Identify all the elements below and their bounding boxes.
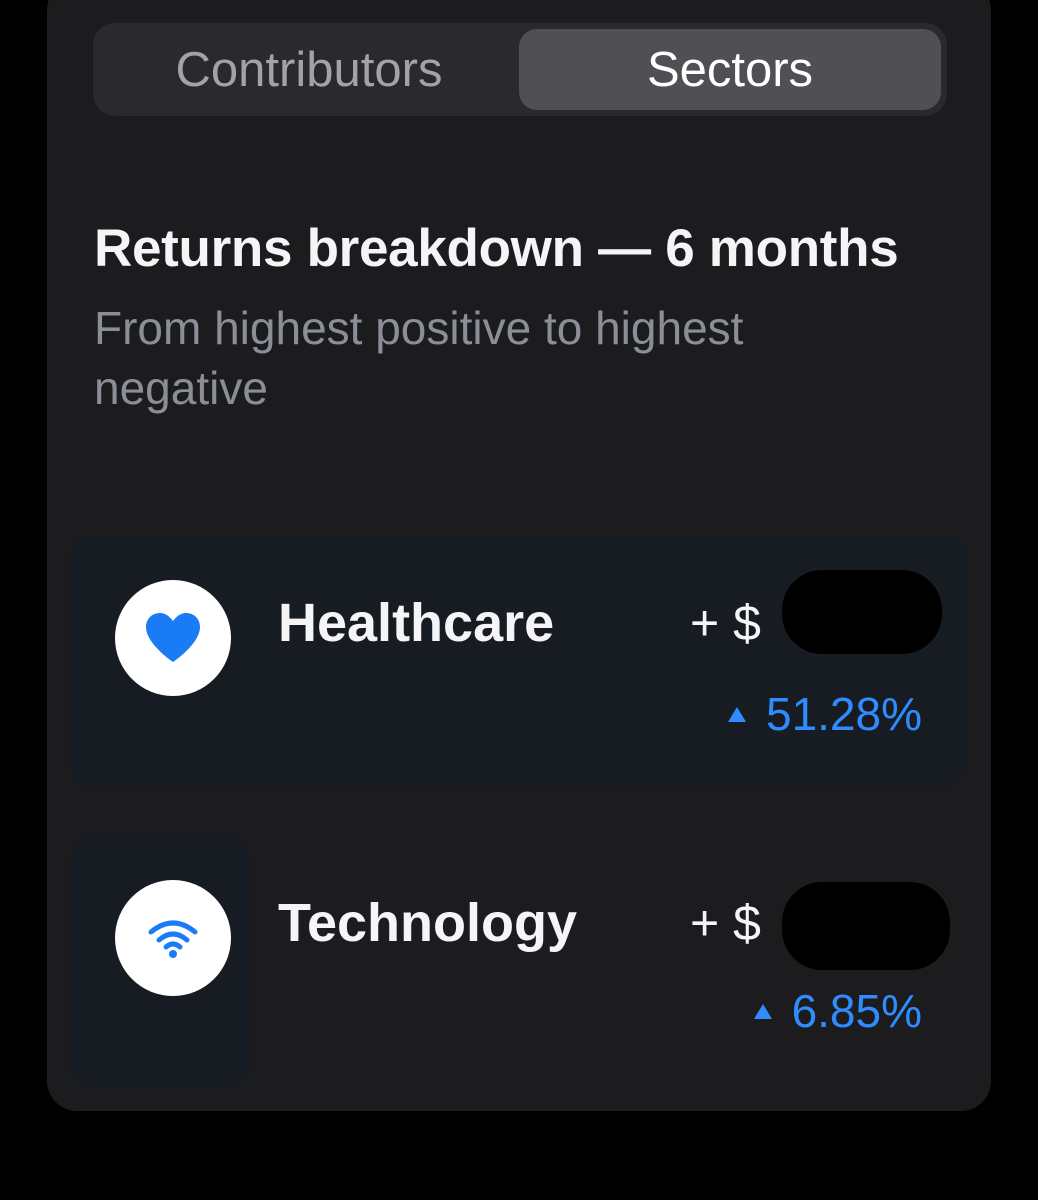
returns-card: Contributors Sectors Returns breakdown —…: [47, 0, 991, 1111]
redaction-mark: [782, 570, 942, 654]
sector-name[interactable]: Technology: [278, 892, 577, 954]
heart-icon: [146, 613, 200, 662]
healthcare-icon-badge: [115, 580, 231, 696]
sector-change-value: 51.28%: [765, 688, 922, 740]
section-title: Returns breakdown — 6 months: [94, 219, 899, 278]
triangle-up-icon: [753, 1003, 772, 1019]
section-subtitle: From highest positive to highest negativ…: [94, 302, 744, 414]
technology-icon-badge: [115, 880, 231, 996]
sector-amount: + $: [690, 595, 761, 651]
sector-change-value: 6.85%: [791, 985, 922, 1037]
segmented-control: Contributors Sectors: [93, 23, 947, 116]
sector-change: 6.85%: [753, 984, 922, 1038]
sector-amount: + $: [690, 895, 761, 951]
sector-change: 51.28%: [727, 687, 922, 741]
tab-contributors[interactable]: Contributors: [99, 29, 519, 110]
wifi-icon: [148, 920, 198, 958]
redaction-mark: [782, 882, 950, 970]
sector-name: Healthcare: [278, 593, 555, 653]
tab-sectors[interactable]: Sectors: [519, 29, 941, 110]
triangle-up-icon: [727, 706, 746, 722]
